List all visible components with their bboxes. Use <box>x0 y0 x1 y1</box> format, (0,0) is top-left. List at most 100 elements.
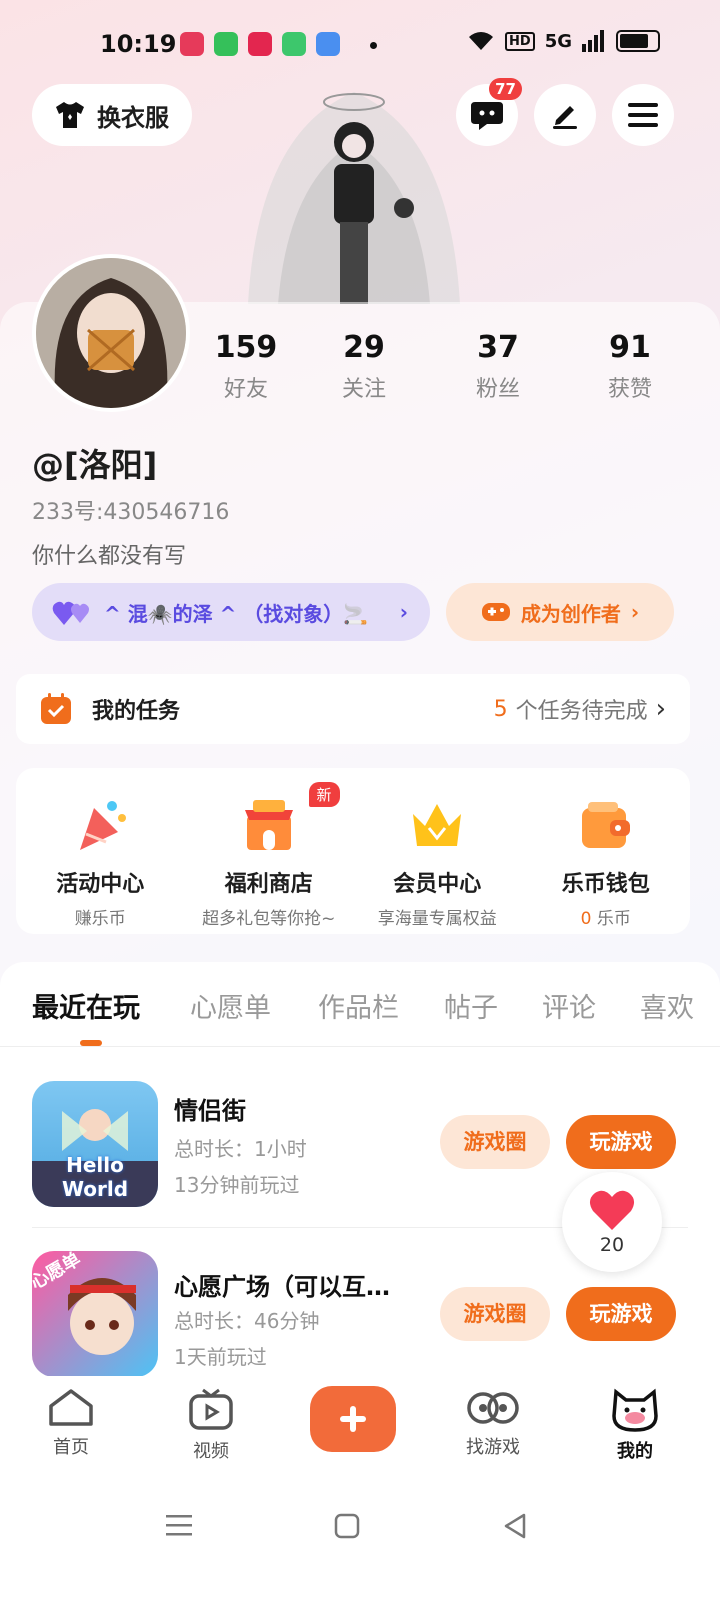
play-game-button[interactable]: 玩游戏 <box>566 1115 676 1169</box>
nav-label: 找游戏 <box>466 1437 520 1458</box>
nav-label: 首页 <box>53 1437 89 1458</box>
notification-dot <box>370 42 377 49</box>
me-cat-icon <box>612 1388 658 1432</box>
chevron-right-icon: › <box>630 600 640 624</box>
heart-icon <box>589 1190 635 1230</box>
floating-like-button[interactable]: 20 <box>562 1172 662 1272</box>
tasks-suffix: 个任务待完成 <box>515 699 648 724</box>
shop-icon <box>244 800 293 850</box>
like-count: 20 <box>599 1234 625 1256</box>
grid-title: 活动中心 <box>56 872 145 897</box>
stat-label: 粉丝 <box>475 377 520 402</box>
content-tabs: 最近在玩 心愿单 作品栏 帖子 评论 喜欢 <box>0 962 720 1047</box>
gamepad-icon <box>481 603 510 621</box>
grid-sub: 赚乐币 <box>74 909 126 929</box>
game-circle-button[interactable]: 游戏圈 <box>440 1287 550 1341</box>
coin-unit: 乐币 <box>596 909 631 929</box>
stat-following[interactable]: 29 关注 <box>304 330 424 403</box>
task-calendar-icon <box>41 693 71 724</box>
stat-label: 关注 <box>341 377 386 402</box>
grid-title: 乐币钱包 <box>561 872 650 897</box>
creator-label: 成为创作者 <box>520 601 621 626</box>
nav-label: 我的 <box>617 1441 653 1462</box>
home-icon <box>49 1389 93 1426</box>
vip-center[interactable]: 会员中心 享海量专属权益 <box>353 768 522 934</box>
party-icon <box>80 801 127 850</box>
status-right: HD 5G <box>467 30 660 52</box>
profile-name: @[洛阳] <box>32 446 158 484</box>
avatar[interactable] <box>32 254 190 412</box>
game-last-played: 1天前玩过 <box>174 1345 267 1369</box>
coin-balance: 0 <box>580 909 592 929</box>
stat-likes[interactable]: 91 获赞 <box>570 330 690 403</box>
tab-recent-play[interactable]: 最近在玩 <box>32 986 140 1025</box>
wardrobe-button[interactable]: 换衣服 <box>32 84 192 146</box>
grid-sub: 超多礼包等你抢~ <box>202 909 336 929</box>
stat-label: 获赞 <box>607 377 652 402</box>
battery-icon <box>616 30 660 52</box>
nav-me[interactable]: 我的 <box>590 1388 680 1463</box>
chat-bubble-icon <box>471 102 503 130</box>
tasks-title: 我的任务 <box>92 699 181 724</box>
stat-number: 159 <box>214 330 278 365</box>
coin-wallet[interactable]: 乐币钱包 0 乐币 <box>522 768 691 934</box>
notification-app-icon <box>248 32 272 56</box>
wallet-icon <box>581 802 630 848</box>
thumb-text: Hello World <box>61 1153 129 1201</box>
status-time: 10:19 <box>100 30 177 58</box>
tab-likes[interactable]: 喜欢 <box>640 986 694 1025</box>
game-thumbnail[interactable]: 心愿单 <box>32 1251 158 1377</box>
active-tab-indicator <box>80 1040 102 1046</box>
double-heart-icon <box>52 601 89 625</box>
signal-5g: 5G <box>544 30 572 52</box>
nav-video[interactable]: 视频 <box>166 1388 256 1463</box>
couple-text: ^ 混🕷️的泽 ^ （找对象）🚬 <box>104 601 369 626</box>
nav-find-games[interactable]: 找游戏 <box>448 1388 538 1459</box>
messages-button[interactable]: 77 <box>456 78 522 146</box>
feature-grid: 活动中心 赚乐币 新 福利商店 超多礼包等你抢~ 会员中心 享海量专属权益 乐币… <box>16 768 690 934</box>
signal-icon <box>582 30 604 52</box>
grid-sub-wallet: 0 乐币 <box>522 904 691 929</box>
become-creator-button[interactable]: 成为创作者 › <box>446 583 674 641</box>
notification-app-icon <box>282 32 306 56</box>
tab-works[interactable]: 作品栏 <box>318 986 399 1025</box>
stat-label: 好友 <box>223 377 268 402</box>
stat-number: 29 <box>343 330 385 365</box>
stat-number: 91 <box>609 330 651 365</box>
hd-badge: HD <box>505 31 535 51</box>
home-square-icon[interactable] <box>334 1513 360 1539</box>
tab-comments[interactable]: 评论 <box>542 986 596 1025</box>
couple-banner[interactable]: ^ 混🕷️的泽 ^ （找对象）🚬 › <box>32 583 430 641</box>
notification-app-icon <box>214 32 238 56</box>
menu-button[interactable] <box>612 84 674 146</box>
profile-bio[interactable]: 你什么都没有写 <box>32 538 186 570</box>
back-triangle-icon[interactable] <box>502 1512 528 1540</box>
game-title: 心愿广场（可以互… <box>174 1273 390 1301</box>
game-duration: 总时长：46分钟 <box>174 1309 320 1333</box>
tab-wishlist[interactable]: 心愿单 <box>190 986 271 1025</box>
tab-posts[interactable]: 帖子 <box>444 986 498 1025</box>
my-tasks-row[interactable]: 我的任务 5 个任务待完成 › <box>16 674 690 744</box>
wifi-icon <box>469 32 494 50</box>
recent-apps-icon[interactable] <box>166 1514 192 1536</box>
avatar-character-banner[interactable] <box>218 72 490 304</box>
create-plus-button[interactable] <box>310 1386 396 1452</box>
notification-app-icon <box>316 32 340 56</box>
play-game-button[interactable]: 玩游戏 <box>566 1287 676 1341</box>
tasks-pending: 5 个任务待完成 › <box>494 693 666 725</box>
find-games-icon <box>467 1392 519 1424</box>
stat-fans[interactable]: 37 粉丝 <box>438 330 558 403</box>
new-badge: 新 <box>308 782 340 807</box>
stat-friends[interactable]: 159 好友 <box>186 330 306 403</box>
edit-button[interactable] <box>534 84 596 146</box>
grid-sub: 享海量专属权益 <box>377 909 497 929</box>
game-title: 情侣街 <box>174 1097 246 1125</box>
game-circle-button[interactable]: 游戏圈 <box>440 1115 550 1169</box>
activity-center[interactable]: 活动中心 赚乐币 <box>16 768 185 934</box>
welfare-shop[interactable]: 新 福利商店 超多礼包等你抢~ <box>185 768 354 934</box>
pen-icon <box>553 106 577 129</box>
game-thumbnail[interactable]: Hello World <box>32 1081 158 1207</box>
nav-home[interactable]: 首页 <box>26 1388 116 1459</box>
chevron-right-icon: › <box>399 600 408 624</box>
game-last-played: 13分钟前玩过 <box>174 1173 300 1197</box>
